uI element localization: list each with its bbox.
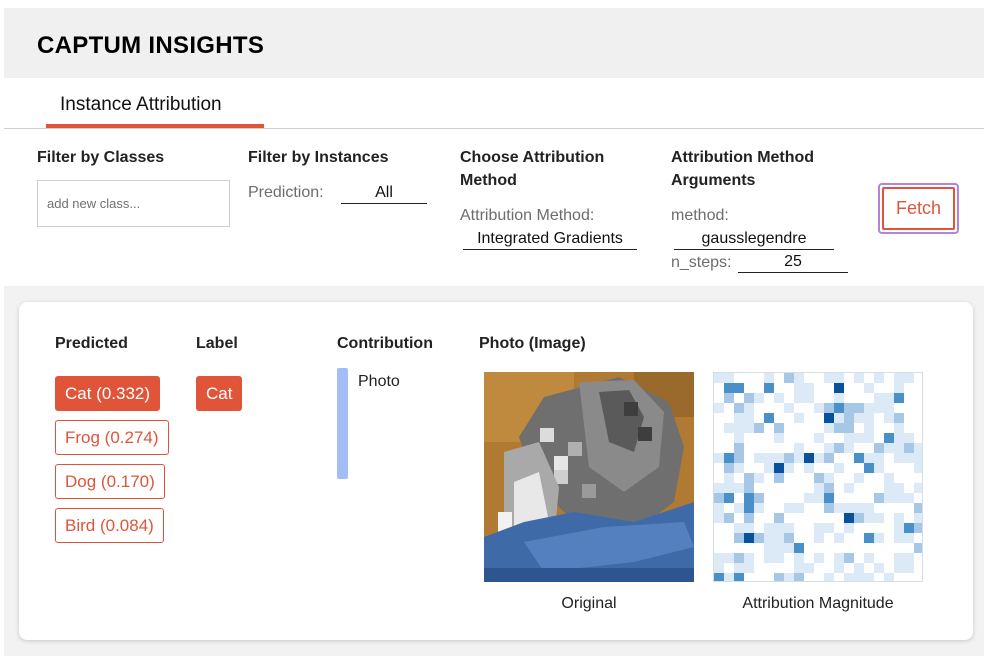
predicted-class-pill[interactable]: Cat (0.332) <box>55 376 161 411</box>
label-header: Label <box>196 335 238 352</box>
contribution-header: Contribution <box>337 335 433 352</box>
arguments-heading-line2: Arguments <box>671 172 756 189</box>
method-heading-line1: Choose Attribution <box>460 149 605 166</box>
fetch-button-label: Fetch <box>882 187 955 230</box>
attribution-magnitude-image <box>713 372 923 582</box>
attribution-method-label: Attribution Method: <box>460 207 595 224</box>
predicted-header: Predicted <box>55 335 128 352</box>
predicted-class-pill[interactable]: Frog (0.274) <box>55 420 169 455</box>
filter-classes-heading: Filter by Classes <box>37 149 165 166</box>
contribution-bar <box>337 368 348 479</box>
original-image <box>484 372 694 582</box>
true-label-pill: Cat <box>196 376 243 411</box>
method-heading-line2: Method <box>460 172 517 189</box>
tab-instance-attribution[interactable]: Instance Attribution <box>46 88 264 128</box>
contribution-feature-label: Photo <box>358 373 400 390</box>
arguments-heading-line1: Attribution Method <box>671 149 815 166</box>
method-arg-label: method: <box>671 207 729 224</box>
attribution-method-select[interactable]: Integrated Gradients <box>463 229 637 250</box>
n-steps-input[interactable]: 25 <box>738 252 848 273</box>
fetch-button[interactable]: Fetch <box>878 183 959 234</box>
prediction-label: Prediction: <box>248 184 324 201</box>
app-title: CAPTUM INSIGHTS <box>37 32 265 59</box>
class-filter-input[interactable] <box>37 180 230 227</box>
app-header: CAPTUM INSIGHTS <box>4 8 984 78</box>
prediction-select[interactable]: All <box>341 183 427 204</box>
predicted-class-pill[interactable]: Dog (0.170) <box>55 464 165 499</box>
original-caption: Original <box>561 595 617 612</box>
tab-divider <box>4 128 984 129</box>
attribution-caption: Attribution Magnitude <box>742 595 894 612</box>
photo-header: Photo (Image) <box>479 335 586 352</box>
filter-instances-heading: Filter by Instances <box>248 149 389 166</box>
method-arg-select[interactable]: gausslegendre <box>674 229 834 250</box>
predicted-class-pill[interactable]: Bird (0.084) <box>55 508 164 543</box>
n-steps-label: n_steps: <box>671 254 732 271</box>
tab-label: Instance Attribution <box>60 94 222 115</box>
